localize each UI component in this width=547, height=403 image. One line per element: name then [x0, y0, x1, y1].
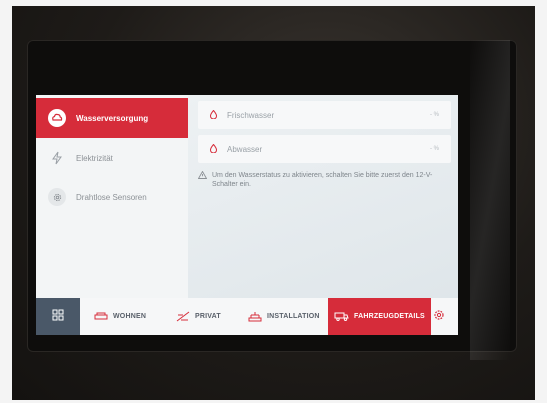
- bottom-navigation: WOHNEN PRIVAT INSTALLATION FAHRZEUGDETAI…: [36, 298, 458, 335]
- tank-level: - %: [430, 146, 439, 152]
- gear-icon: [433, 308, 445, 326]
- nav-label: FAHRZEUGDETAILS: [354, 313, 425, 320]
- nav-label: INSTALLATION: [267, 313, 320, 320]
- settings-button[interactable]: [420, 298, 458, 335]
- sidebar-item-elektrizitaet[interactable]: Elektrizität: [36, 138, 188, 178]
- apps-button[interactable]: [36, 298, 80, 335]
- lightning-icon: [48, 149, 66, 167]
- sidebar-item-label: Wasserversorgung: [76, 113, 149, 123]
- tank-label: Abwasser: [227, 144, 263, 154]
- sidebar-item-label: Elektrizität: [76, 153, 113, 163]
- installation-icon: [248, 311, 262, 322]
- sidebar-item-drahtlose-sensoren[interactable]: Drahtlose Sensoren: [36, 177, 188, 217]
- tank-label: Frischwasser: [227, 110, 275, 120]
- screen-glare: [470, 40, 510, 360]
- grid-icon: [52, 308, 64, 326]
- warning-icon: [197, 170, 208, 189]
- water-drop-icon: [209, 143, 218, 155]
- tank-card-frischwasser[interactable]: Frischwasser - %: [198, 101, 451, 129]
- notice-text: Um den Wasserstatus zu aktivieren, schal…: [212, 172, 433, 188]
- gear-icon: [48, 188, 66, 206]
- nav-label: PRIVAT: [195, 313, 221, 320]
- nav-installation[interactable]: INSTALLATION: [248, 298, 320, 335]
- tank-level: - %: [430, 112, 439, 118]
- nav-fahrzeugdetails[interactable]: FAHRZEUGDETAILS: [328, 298, 431, 335]
- nav-privat[interactable]: PRIVAT: [176, 298, 221, 335]
- status-notice: Um den Wasserstatus zu aktivieren, schal…: [197, 170, 452, 189]
- sidebar-item-wasserversorgung[interactable]: Wasserversorgung: [36, 98, 188, 138]
- sidebar-item-label: Drahtlose Sensoren: [76, 192, 147, 202]
- main-content: Frischwasser - % Abwasser - % Um den Was…: [188, 95, 458, 298]
- touch-screen: Wasserversorgung Elektrizität Drahtlose …: [36, 95, 458, 335]
- nav-wohnen[interactable]: WOHNEN: [94, 298, 146, 335]
- nav-label: WOHNEN: [113, 313, 147, 320]
- vehicle-icon: [334, 312, 349, 321]
- sidebar: Wasserversorgung Elektrizität Drahtlose …: [36, 95, 188, 298]
- privacy-icon: [176, 311, 190, 322]
- sofa-icon: [94, 312, 108, 321]
- water-drop-icon: [209, 109, 218, 121]
- tank-card-abwasser[interactable]: Abwasser - %: [198, 135, 451, 163]
- water-supply-icon: [48, 109, 66, 127]
